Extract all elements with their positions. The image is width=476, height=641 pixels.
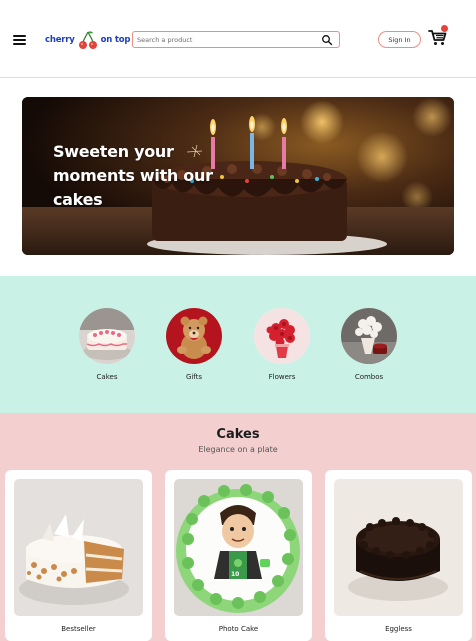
svg-text:10: 10 xyxy=(231,571,239,578)
category-flowers[interactable]: Flowers xyxy=(252,308,312,381)
search-input[interactable] xyxy=(137,33,317,46)
cake-image xyxy=(79,308,135,364)
logo-left-text: cherry xyxy=(45,35,75,45)
flower-bouquet-image xyxy=(254,308,310,364)
cart-button[interactable] xyxy=(428,25,448,47)
combo-image xyxy=(341,308,397,364)
category-label: Flowers xyxy=(268,373,296,381)
teddy-bear-image xyxy=(166,308,222,364)
cake-card-bestseller[interactable]: Bestseller xyxy=(5,470,152,641)
category-gifts[interactable]: Gifts xyxy=(164,308,224,381)
card-label: Eggless xyxy=(385,625,412,633)
cart-count-badge xyxy=(441,25,448,32)
search-bar[interactable] xyxy=(132,31,340,48)
hamburger-menu-icon[interactable] xyxy=(13,35,26,45)
logo-right-text: on top xyxy=(100,35,131,45)
category-section: Cakes Gifts Flowers Combos xyxy=(0,276,476,413)
category-cakes[interactable]: Cakes xyxy=(77,308,137,381)
category-label: Gifts xyxy=(185,373,203,381)
cherry-logo-icon xyxy=(78,31,97,49)
header: cherry on top Sign In xyxy=(0,0,476,78)
section-subtitle: Elegance on a plate xyxy=(198,445,278,454)
card-label: Photo Cake xyxy=(218,625,259,633)
search-icon[interactable] xyxy=(321,34,333,46)
bestseller-cake-image xyxy=(14,479,143,616)
cake-card-photo-cake[interactable]: 10 Photo Cake xyxy=(165,470,312,641)
hero-headline: Sweeten your moments with our cakes xyxy=(53,142,213,209)
hero-banner[interactable]: Sweeten your moments with our cakes xyxy=(22,97,454,255)
eggless-cake-image xyxy=(334,479,463,616)
cake-card-eggless[interactable]: Eggless xyxy=(325,470,472,641)
section-title: Cakes xyxy=(216,427,260,442)
cakes-section: Cakes Elegance on a plate Bestseller 10 … xyxy=(0,413,476,641)
category-combos[interactable]: Combos xyxy=(339,308,399,381)
card-label: Bestseller xyxy=(61,625,96,633)
logo[interactable]: cherry on top xyxy=(45,29,130,51)
category-label: Cakes xyxy=(96,373,118,381)
photo-cake-image: 10 xyxy=(174,479,303,616)
sign-in-button[interactable]: Sign In xyxy=(378,31,421,48)
category-label: Combos xyxy=(354,373,384,381)
